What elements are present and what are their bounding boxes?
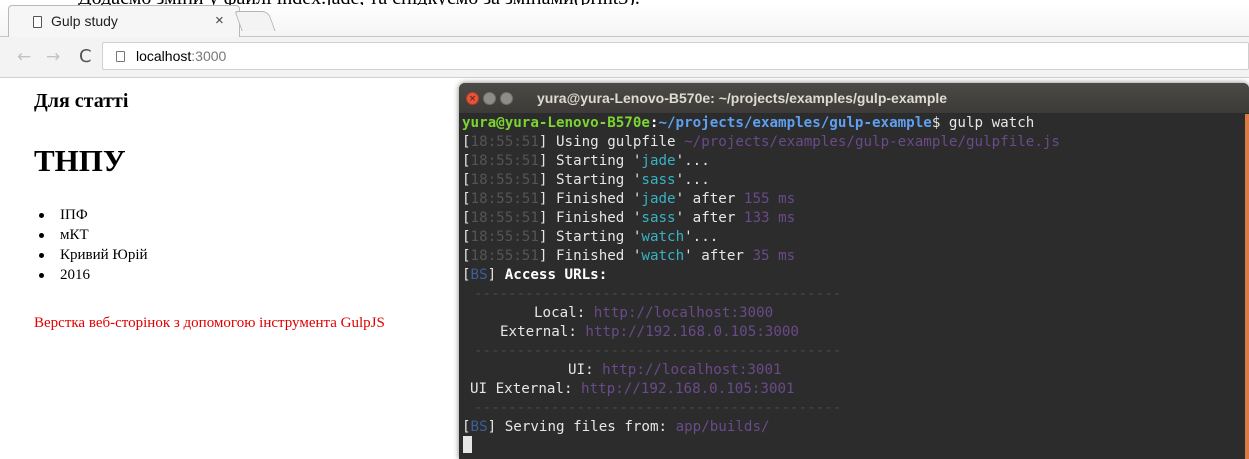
red-description-text: Верстка веб-сторінок з допомогою інструм… <box>34 315 385 331</box>
gulp-log-line: [18:55:51] Using gulpfile ~/projects/exa… <box>462 134 1060 150</box>
prompt-path: ~/projects/examples/gulp-example <box>658 115 932 131</box>
page-icon <box>33 16 42 28</box>
terminal-cursor <box>463 436 472 453</box>
address-bar[interactable]: localhost:3000 <box>102 42 1249 70</box>
url-host: localhost <box>136 48 192 64</box>
log-message: Finished ' <box>555 210 642 226</box>
terminal-window[interactable]: × yura@yura-Lenovo-B570e: ~/projects/exa… <box>459 83 1249 459</box>
list-item: Кривий Юрій <box>36 245 148 265</box>
log-message-tail: '... <box>675 153 710 169</box>
task-duration: 155 ms <box>743 191 796 207</box>
page-title: ТНПУ <box>34 143 126 178</box>
ui-url-line: UI: http://localhost:3001 <box>568 361 782 380</box>
info-list: ІПФ мКТ Кривий Юрій 2016 <box>36 205 148 285</box>
log-message: Starting ' <box>555 172 642 188</box>
log-message-tail: ' after <box>675 210 744 226</box>
serving-path: app/builds/ <box>675 419 770 435</box>
access-urls-label: Access URLs: <box>504 267 608 283</box>
local-url[interactable]: http://localhost:3000 <box>594 305 773 321</box>
ui-external-label: UI External: <box>470 381 582 397</box>
log-message: Starting ' <box>555 229 642 245</box>
log-timestamp: 18:55:51 <box>470 153 539 169</box>
gulp-log-line: [18:55:51] Finished 'jade' after 155 ms <box>462 191 796 207</box>
minimize-window-icon[interactable] <box>483 92 496 105</box>
separator-line: ----------------------------------------… <box>474 400 842 416</box>
browser-tab-strip: Gulp study × <box>0 5 1249 37</box>
terminal-titlebar[interactable]: × yura@yura-Lenovo-B570e: ~/projects/exa… <box>459 83 1249 113</box>
bs-tag: BS <box>470 267 488 283</box>
task-name: sass <box>641 210 676 226</box>
ui-external-url-line: UI External: http://192.168.0.105:3001 <box>470 380 795 399</box>
task-name: watch <box>641 229 685 245</box>
external-url[interactable]: http://192.168.0.105:3000 <box>585 324 799 340</box>
external-url-line: External: http://192.168.0.105:3000 <box>500 323 799 342</box>
separator-line: ----------------------------------------… <box>474 286 842 302</box>
page-info-icon[interactable] <box>116 51 125 62</box>
screenshot-root: Додаємо зміни у файлі index.jade, та спі… <box>0 0 1249 459</box>
ui-external-url[interactable]: http://192.168.0.105:3001 <box>581 381 795 397</box>
external-label: External: <box>500 324 586 340</box>
task-name: sass <box>641 172 676 188</box>
gulpfile-path: ~/projects/examples/gulp-example/gulpfil… <box>684 134 1060 150</box>
tab-title: Gulp study <box>51 13 118 29</box>
log-timestamp: 18:55:51 <box>470 248 539 264</box>
log-message-tail: '... <box>684 229 719 245</box>
url-port: :3000 <box>191 48 227 64</box>
page-subheading: Для статті <box>34 90 129 112</box>
list-item: мКТ <box>36 225 148 245</box>
log-timestamp: 18:55:51 <box>470 134 539 150</box>
serving-label: Serving files from: <box>504 419 676 435</box>
terminal-output[interactable]: yura@yura-Lenovo-B570e:~/projects/exampl… <box>459 114 1249 459</box>
ui-url[interactable]: http://localhost:3001 <box>602 362 781 378</box>
log-timestamp: 18:55:51 <box>470 191 539 207</box>
browser-toolbar: ← → C localhost:3000 <box>0 37 1249 78</box>
task-duration: 35 ms <box>752 248 796 264</box>
log-message-tail: ' after <box>684 248 753 264</box>
list-item: ІПФ <box>36 205 148 225</box>
terminal-scrollbar[interactable] <box>1245 114 1249 459</box>
gulp-log-line: [18:55:51] Starting 'jade'... <box>462 153 710 169</box>
task-duration: 133 ms <box>743 210 796 226</box>
task-name: jade <box>641 191 676 207</box>
task-name: watch <box>641 248 685 264</box>
bs-access-line: [BS] Access URLs: <box>462 267 608 283</box>
close-window-icon[interactable]: × <box>466 92 479 105</box>
task-name: jade <box>641 153 676 169</box>
prompt-line: yura@yura-Lenovo-B570e:~/projects/exampl… <box>462 115 1035 131</box>
back-arrow-icon[interactable]: ← <box>17 47 31 67</box>
log-timestamp: 18:55:51 <box>470 172 539 188</box>
log-message-tail: '... <box>675 172 710 188</box>
browser-tab[interactable]: Gulp study × <box>8 5 240 37</box>
prompt-user: yura@yura-Lenovo-B570e <box>462 115 650 131</box>
log-message-tail: ' after <box>675 191 744 207</box>
list-item: 2016 <box>36 265 148 285</box>
ui-label: UI: <box>568 362 603 378</box>
log-timestamp: 18:55:51 <box>470 210 539 226</box>
reload-icon[interactable]: C <box>79 47 92 67</box>
local-label: Local: <box>534 305 594 321</box>
log-message: Starting ' <box>555 153 642 169</box>
separator-line: ----------------------------------------… <box>474 343 842 359</box>
new-tab-button[interactable] <box>234 11 276 31</box>
terminal-title: yura@yura-Lenovo-B570e: ~/projects/examp… <box>537 90 948 106</box>
log-message: Using gulpfile <box>555 134 685 150</box>
local-url-line: Local: http://localhost:3000 <box>534 304 773 323</box>
maximize-window-icon[interactable] <box>500 92 513 105</box>
log-message: Finished ' <box>555 191 642 207</box>
bs-tag: BS <box>470 419 488 435</box>
tab-close-icon[interactable]: × <box>215 12 224 29</box>
log-message: Finished ' <box>555 248 642 264</box>
serving-line: [BS] Serving files from: app/builds/ <box>462 419 770 435</box>
address-url[interactable]: localhost:3000 <box>136 48 226 64</box>
prompt-command: $ gulp watch <box>931 115 1035 131</box>
gulp-log-line: [18:55:51] Starting 'sass'... <box>462 172 710 188</box>
gulp-log-line: [18:55:51] Starting 'watch'... <box>462 229 719 245</box>
gulp-log-line: [18:55:51] Finished 'watch' after 35 ms <box>462 248 796 264</box>
gulp-log-line: [18:55:51] Finished 'sass' after 133 ms <box>462 210 796 226</box>
log-timestamp: 18:55:51 <box>470 229 539 245</box>
forward-arrow-icon[interactable]: → <box>46 47 60 67</box>
